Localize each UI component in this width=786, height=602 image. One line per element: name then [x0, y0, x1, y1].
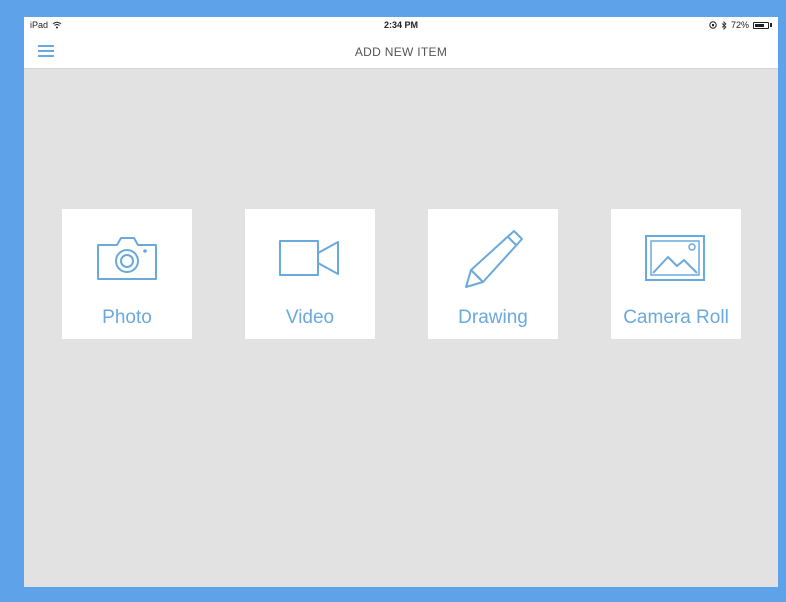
page-title: ADD NEW ITEM [354, 45, 448, 59]
battery-nub [770, 23, 772, 27]
drawing-button[interactable]: Drawing [428, 209, 558, 339]
photo-label: Photo [102, 307, 152, 328]
video-button[interactable]: Video [245, 209, 375, 339]
battery-percent: 72% [730, 20, 749, 30]
orientation-lock-icon [709, 21, 717, 29]
status-bar: iPad 2:34 PM 72% [24, 17, 778, 35]
pencil-icon [465, 230, 523, 288]
camera-icon [97, 237, 157, 280]
image-gallery-icon [645, 235, 705, 281]
video-camera-icon [279, 240, 339, 276]
status-right: 72% [709, 20, 772, 30]
bluetooth-icon [721, 20, 727, 30]
drawing-label: Drawing [458, 307, 528, 328]
photo-button[interactable]: Photo [62, 209, 192, 339]
video-label: Video [285, 307, 335, 328]
battery-icon [753, 21, 769, 29]
battery-fill [755, 23, 764, 27]
status-time: 2:34 PM [383, 20, 418, 30]
camera-roll-label: Camera Roll [623, 307, 729, 328]
camera-roll-button[interactable]: Camera Roll [611, 209, 741, 339]
ipad-screen: iPad 2:34 PM 72% ADD NEW ITEM Photo Vide… [24, 17, 778, 587]
nav-bar: ADD NEW ITEM [24, 35, 778, 69]
